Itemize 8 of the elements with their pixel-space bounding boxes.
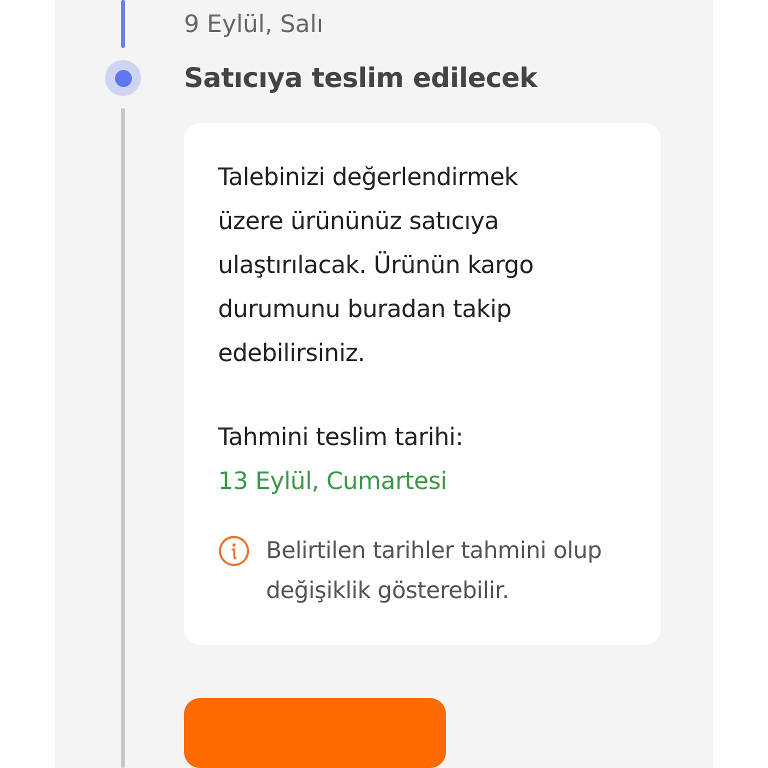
- step-date: 9 Eylül, Salı: [184, 9, 324, 40]
- note-text: Belirtilen tarihler tahmini olup değişiklik gösterebilir.: [266, 537, 603, 606]
- estimate-label: Tahmini teslim tarihi:: [218, 422, 464, 453]
- action-button[interactable]: [184, 698, 446, 768]
- step-title: Satıcıya teslim edilecek: [184, 62, 539, 96]
- description-text: Talebinizi değerlendirmek üzere ürününüz satıcıya ulaştırılacak. Ürünün kargo durumunu buradan takip edebilirsiniz.: [218, 162, 534, 369]
- estimate-date: 13 Eylül, Cumartesi: [218, 466, 448, 497]
- info-icon: [218, 535, 250, 567]
